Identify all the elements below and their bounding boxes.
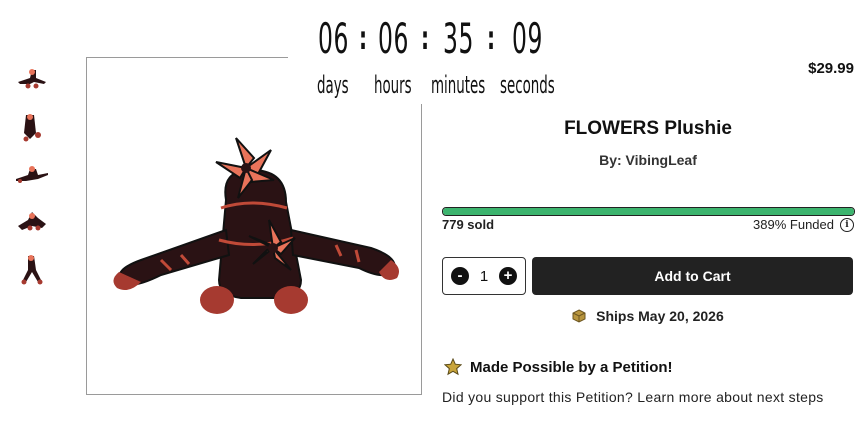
quantity-stepper[interactable]: - 1 + [442, 257, 526, 295]
funding-progress-fill [443, 208, 854, 215]
funded-percent: 389% Funded [753, 217, 834, 232]
sold-count: 779 sold [442, 217, 495, 232]
funded-status: 389% Funded i [753, 217, 854, 232]
add-to-cart-button[interactable]: Add to Cart [532, 257, 853, 295]
petition-heading: Made Possible by a Petition! [444, 358, 673, 376]
quantity-increment-button[interactable]: + [499, 267, 517, 285]
info-icon[interactable]: i [840, 217, 854, 232]
product-price: $29.99 [808, 60, 854, 77]
quantity-value[interactable]: 1 [480, 268, 488, 285]
thumbnail-standing[interactable] [12, 252, 52, 288]
quantity-decrement-button[interactable]: - [451, 267, 469, 285]
countdown-days: 06 [318, 14, 350, 63]
product-creator[interactable]: By: VibingLeaf [442, 152, 854, 168]
plushie-thumbnail-image [18, 69, 46, 89]
thumbnail-front[interactable] [12, 62, 52, 98]
plushie-thumbnail-image [16, 166, 48, 183]
countdown-label-hours: hours [374, 71, 412, 99]
plushie-thumbnail-image [21, 255, 43, 285]
product-title: FLOWERS Plushie [564, 118, 732, 139]
petition-title: Made Possible by a Petition! [470, 358, 673, 376]
countdown-label-days: days [317, 71, 349, 99]
plushie-thumbnail-image [18, 212, 46, 231]
shipping-info: Ships May 20, 2026 [442, 308, 854, 324]
thumbnail-back[interactable] [12, 157, 52, 193]
petition-description[interactable]: Did you support this Petition? Learn mor… [442, 386, 842, 408]
countdown-label-minutes: minutes [431, 71, 486, 99]
star-icon [444, 358, 462, 376]
countdown-minutes: 35 [443, 14, 475, 63]
countdown-separator: : [487, 19, 496, 57]
box-icon [572, 309, 586, 323]
thumbnail-top[interactable] [12, 204, 52, 240]
plushie-image [113, 137, 399, 314]
countdown-timer: 06 : 06 : 35 : 09 days hours minutes sec… [288, 4, 556, 104]
main-product-image[interactable] [86, 57, 422, 395]
ships-date: Ships May 20, 2026 [596, 308, 724, 324]
thumbnail-side[interactable] [12, 109, 52, 145]
funding-progress-bar [442, 207, 855, 216]
countdown-separator: : [421, 19, 430, 57]
plushie-thumbnail-image [23, 114, 41, 142]
countdown-separator: : [359, 19, 368, 57]
countdown-hours: 06 [378, 14, 410, 63]
countdown-label-seconds: seconds [500, 71, 555, 99]
countdown-seconds: 09 [512, 14, 544, 63]
